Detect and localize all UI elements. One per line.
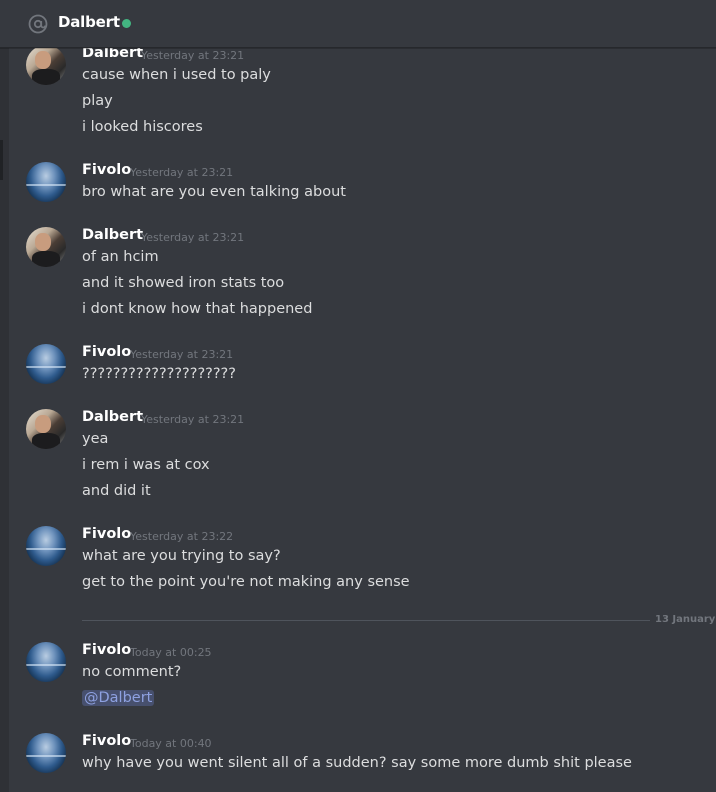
message-text: of an hcim xyxy=(82,249,159,265)
message-text: cause when i used to paly xyxy=(82,67,271,83)
username[interactable]: Fivolo xyxy=(82,733,131,749)
online-status-indicator xyxy=(122,19,131,28)
avatar[interactable] xyxy=(26,344,66,384)
username[interactable]: Dalbert xyxy=(82,227,143,243)
username[interactable]: Fivolo xyxy=(82,344,131,360)
message-list: Dalbert Yesterday at 23:21 cause when i … xyxy=(0,0,716,792)
timestamp: Yesterday at 23:21 xyxy=(130,166,234,179)
avatar[interactable] xyxy=(26,526,66,566)
message-text: play xyxy=(82,93,113,109)
date-divider-label: 13 January 2 xyxy=(655,614,716,625)
timestamp: Today at 00:25 xyxy=(130,646,212,659)
avatar[interactable] xyxy=(26,642,66,682)
username[interactable]: Fivolo xyxy=(82,642,131,658)
message-text: ???????????????????? xyxy=(82,366,236,382)
message-text: why have you went silent all of a sudden… xyxy=(82,755,632,771)
message-text: i rem i was at cox xyxy=(82,457,210,473)
at-sign-icon xyxy=(28,14,48,34)
date-divider-line xyxy=(82,620,650,621)
avatar[interactable] xyxy=(26,409,66,449)
message-text: and did it xyxy=(82,483,151,499)
avatar[interactable] xyxy=(26,162,66,202)
username[interactable]: Fivolo xyxy=(82,162,131,178)
message-text: bro what are you even talking about xyxy=(82,184,346,200)
message-text: what are you trying to say? xyxy=(82,548,281,564)
channel-title: Dalbert xyxy=(58,13,120,31)
timestamp: Yesterday at 23:21 xyxy=(130,348,234,361)
timestamp: Yesterday at 23:22 xyxy=(130,530,234,543)
timestamp: Yesterday at 23:21 xyxy=(141,231,245,244)
message-text: and it showed iron stats too xyxy=(82,275,285,291)
timestamp: Today at 00:40 xyxy=(130,737,212,750)
message-text: no comment? xyxy=(82,664,182,680)
message-text: i looked hiscores xyxy=(82,119,203,135)
timestamp: Yesterday at 23:21 xyxy=(141,49,245,62)
channel-header: Dalbert xyxy=(0,0,716,48)
avatar[interactable] xyxy=(26,227,66,267)
message-text: yea xyxy=(82,431,109,447)
avatar[interactable] xyxy=(26,45,66,85)
timestamp: Yesterday at 23:21 xyxy=(141,413,245,426)
username[interactable]: Fivolo xyxy=(82,526,131,542)
user-mention[interactable]: @Dalbert xyxy=(82,690,155,706)
message-mention-line: @Dalbert xyxy=(82,690,155,706)
message-text: get to the point you're not making any s… xyxy=(82,574,410,590)
avatar[interactable] xyxy=(26,733,66,773)
message-text: i dont know how that happened xyxy=(82,301,313,317)
username[interactable]: Dalbert xyxy=(82,409,143,425)
